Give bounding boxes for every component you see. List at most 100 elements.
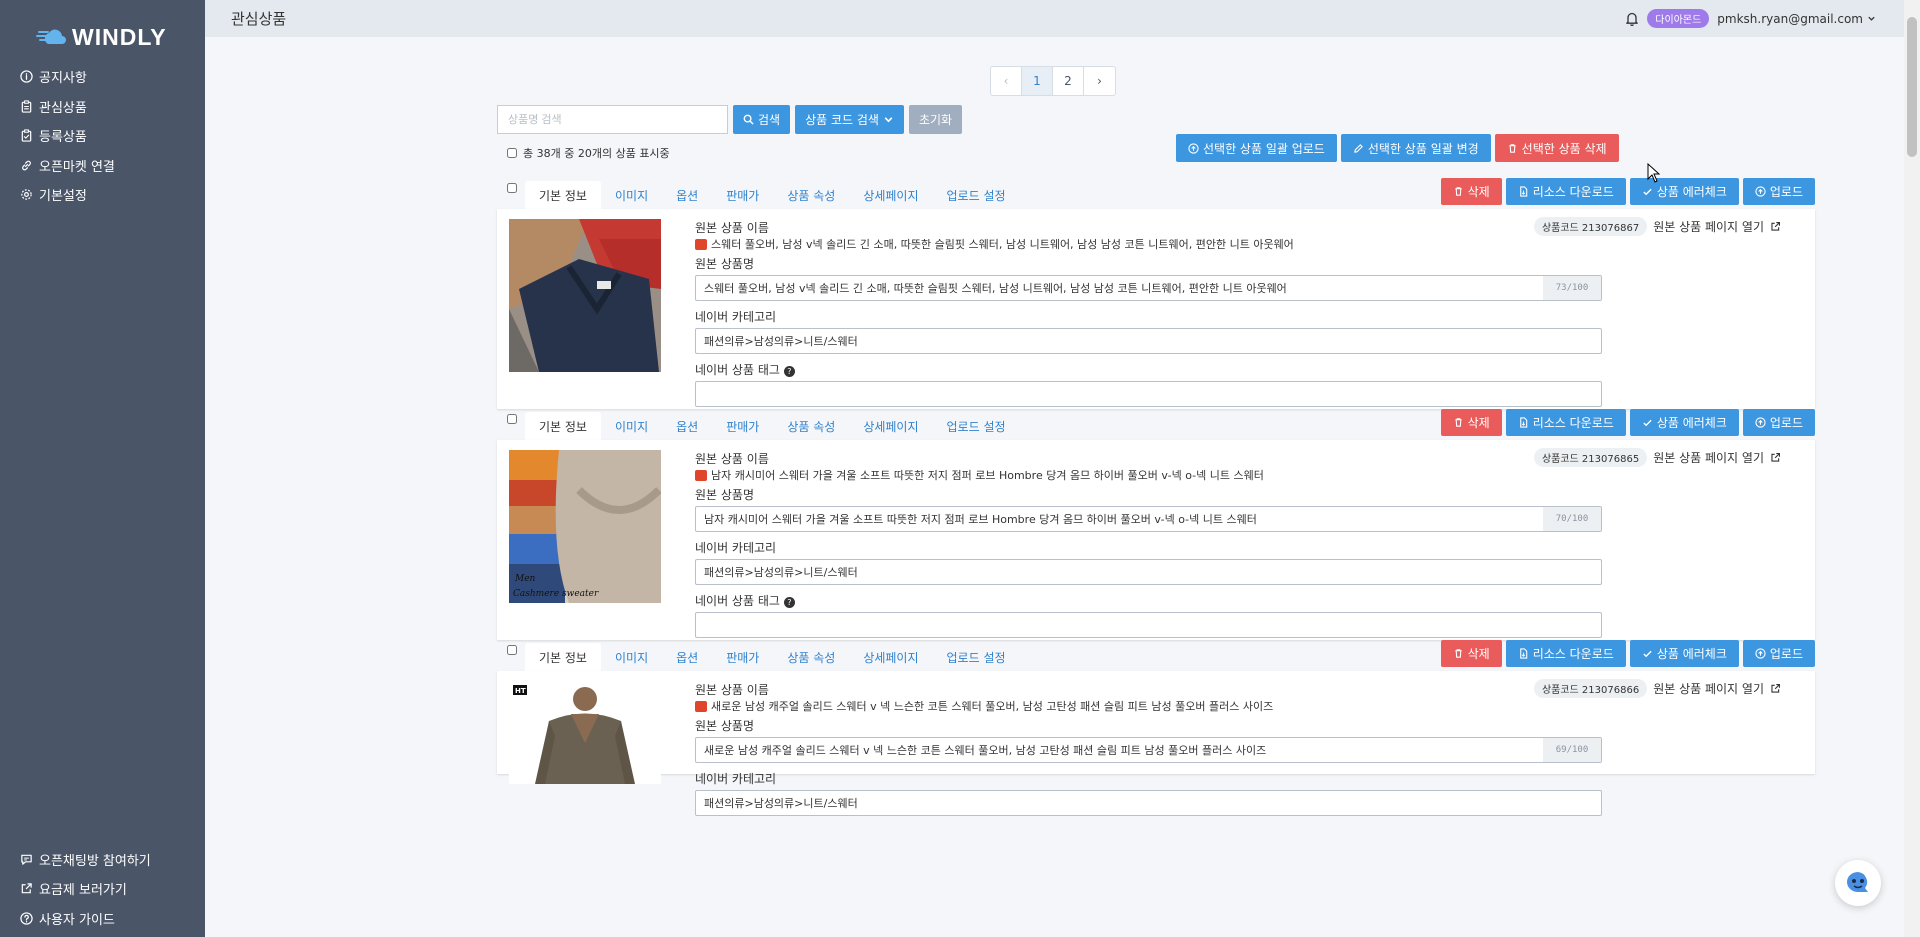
question-icon — [20, 912, 33, 925]
card-body: 원본 상품 이름 상품코드 213076867 원본 상품 페이지 열기 스웨터… — [497, 209, 1815, 409]
sidebar-item-guide[interactable]: 사용자 가이드 — [0, 904, 205, 934]
category-input[interactable]: 패션의류>남성의류>니트/스웨터 — [695, 790, 1602, 816]
tab-options[interactable]: 옵션 — [662, 181, 712, 209]
product-name-label: 원본 상품명 — [695, 257, 755, 271]
tab-upload-settings[interactable]: 업로드 설정 — [933, 412, 1020, 440]
error-check-button[interactable]: 상품 에러체크 — [1629, 409, 1739, 436]
tab-price[interactable]: 판매가 — [712, 412, 773, 440]
card-tabs: 기본 정보 이미지 옵션 판매가 상품 속성 상세페이지 업로드 설정 — [525, 412, 1020, 440]
clipboard-check-icon — [21, 129, 32, 142]
delete-button[interactable]: 삭제 — [1440, 640, 1502, 667]
tab-detail-page[interactable]: 상세페이지 — [849, 181, 932, 209]
scrollbar-thumb[interactable] — [1907, 17, 1917, 157]
select-all-checkbox[interactable] — [507, 148, 517, 158]
product-image[interactable]: Men Cashmere sweater — [509, 450, 661, 603]
upload-button[interactable]: 업로드 — [1742, 178, 1815, 205]
tab-upload-settings[interactable]: 업로드 설정 — [933, 181, 1020, 209]
resource-download-label: 리소스 다운로드 — [1532, 185, 1614, 199]
tab-upload-settings[interactable]: 업로드 설정 — [933, 643, 1020, 671]
product-name-input[interactable]: 스웨터 풀오버, 남성 v넥 솔리드 긴 소매, 따뜻한 슬림핏 스웨터, 남성… — [695, 275, 1602, 301]
help-icon[interactable]: ? — [783, 597, 795, 608]
tab-images[interactable]: 이미지 — [601, 181, 662, 209]
sidebar-item-label: 사용자 가이드 — [39, 912, 115, 928]
external-link-icon[interactable] — [1770, 221, 1781, 232]
delete-button[interactable]: 삭제 — [1440, 409, 1502, 436]
external-link-icon[interactable] — [1770, 452, 1781, 463]
category-input[interactable]: 패션의류>남성의류>니트/스웨터 — [695, 559, 1602, 585]
error-check-button[interactable]: 상품 에러체크 — [1629, 640, 1739, 667]
upload-button[interactable]: 업로드 — [1742, 409, 1815, 436]
product-name-input[interactable]: 새로운 남성 캐주얼 솔리드 스웨터 v 넥 느슨한 코튼 스웨터 풀오버, 남… — [695, 737, 1602, 763]
product-image[interactable]: HT — [509, 681, 661, 784]
image-caption: Men — [514, 574, 536, 584]
search-button[interactable]: 검색 — [733, 105, 791, 134]
sidebar-item-settings[interactable]: 기본설정 — [0, 180, 205, 210]
open-original-link[interactable]: 원본 상품 페이지 열기 — [1653, 680, 1764, 697]
upload-button[interactable]: 업로드 — [1742, 640, 1815, 667]
sidebar-item-notice[interactable]: 공지사항 — [0, 62, 205, 92]
user-menu[interactable]: pmksh.ryan@gmail.com — [1717, 12, 1876, 26]
product-image[interactable] — [509, 219, 661, 372]
tab-basic-info[interactable]: 기본 정보 — [525, 643, 601, 671]
delete-button[interactable]: 삭제 — [1440, 178, 1502, 205]
page-button-1[interactable]: 1 — [1022, 67, 1053, 95]
sidebar-item-wishlist[interactable]: 관심상품 — [0, 92, 205, 122]
tab-detail-page[interactable]: 상세페이지 — [849, 412, 932, 440]
sidebar-item-market-link[interactable]: 오픈마켓 연결 — [0, 151, 205, 181]
category-value: 패션의류>남성의류>니트/스웨터 — [704, 797, 858, 810]
bulk-delete-button[interactable]: 선택한 상품 삭제 — [1494, 134, 1619, 162]
tab-basic-info[interactable]: 기본 정보 — [525, 181, 601, 209]
brand-logo[interactable]: WINDLY — [0, 0, 205, 58]
code-search-dropdown[interactable]: 상품 코드 검색 — [795, 105, 904, 134]
support-chat-button[interactable] — [1835, 860, 1881, 906]
aliexpress-icon — [695, 469, 707, 481]
tab-price[interactable]: 판매가 — [712, 181, 773, 209]
next-page-button[interactable]: › — [1084, 67, 1115, 95]
search-input[interactable] — [497, 105, 728, 134]
tab-options[interactable]: 옵션 — [662, 643, 712, 671]
product-name-value: 새로운 남성 캐주얼 솔리드 스웨터 v 넥 느슨한 코튼 스웨터 풀오버, 남… — [704, 744, 1267, 757]
tab-attributes[interactable]: 상품 속성 — [773, 181, 849, 209]
resource-download-button[interactable]: 리소스 다운로드 — [1505, 640, 1626, 667]
sidebar-item-registered[interactable]: 등록상품 — [0, 121, 205, 151]
cloud-upload-icon — [1755, 417, 1766, 428]
category-input[interactable]: 패션의류>남성의류>니트/스웨터 — [695, 328, 1602, 354]
tab-options[interactable]: 옵션 — [662, 412, 712, 440]
reset-button[interactable]: 초기화 — [908, 105, 963, 134]
tab-basic-info[interactable]: 기본 정보 — [525, 412, 601, 440]
page-button-2[interactable]: 2 — [1053, 67, 1084, 95]
tags-label-text: 네이버 상품 태그 — [695, 363, 780, 377]
product-select-checkbox[interactable] — [507, 645, 517, 655]
tags-input[interactable] — [695, 612, 1602, 638]
open-original-link[interactable]: 원본 상품 페이지 열기 — [1653, 449, 1764, 466]
tab-attributes[interactable]: 상품 속성 — [773, 412, 849, 440]
resource-download-button[interactable]: 리소스 다운로드 — [1505, 409, 1626, 436]
open-original-link[interactable]: 원본 상품 페이지 열기 — [1653, 218, 1764, 235]
product-name-input[interactable]: 남자 캐시미어 스웨터 가을 겨울 소프트 따뜻한 저지 점퍼 로브 Hombr… — [695, 506, 1602, 532]
help-icon[interactable]: ? — [783, 366, 795, 377]
tab-images[interactable]: 이미지 — [601, 412, 662, 440]
product-select-checkbox[interactable] — [507, 183, 517, 193]
tab-price[interactable]: 판매가 — [712, 643, 773, 671]
aliexpress-icon — [695, 238, 707, 250]
tags-input[interactable] — [695, 381, 1602, 407]
prev-page-button[interactable]: ‹ — [991, 67, 1022, 95]
tab-detail-page[interactable]: 상세페이지 — [849, 643, 932, 671]
resource-download-label: 리소스 다운로드 — [1532, 647, 1614, 661]
bulk-edit-label: 선택한 상품 일괄 변경 — [1367, 141, 1479, 156]
product-select-checkbox[interactable] — [507, 414, 517, 424]
sidebar-nav: 공지사항 관심상품 등록상품 오픈마켓 연결 기본설정 — [0, 62, 205, 210]
page-scrollbar[interactable] — [1904, 0, 1920, 937]
bell-icon[interactable] — [1625, 11, 1639, 26]
bulk-upload-button[interactable]: 선택한 상품 일괄 업로드 — [1176, 134, 1337, 162]
bulk-edit-button[interactable]: 선택한 상품 일괄 변경 — [1340, 134, 1491, 162]
gear-icon — [21, 189, 32, 200]
resource-download-button[interactable]: 리소스 다운로드 — [1505, 178, 1626, 205]
external-link-icon[interactable] — [1770, 683, 1781, 694]
sidebar-item-openchat[interactable]: 오픈채팅방 참여하기 — [0, 845, 205, 875]
tab-images[interactable]: 이미지 — [601, 643, 662, 671]
sidebar-item-pricing[interactable]: 요금제 보러가기 — [0, 874, 205, 904]
tab-attributes[interactable]: 상품 속성 — [773, 643, 849, 671]
product-code-badge: 상품코드 213076867 — [1533, 217, 1648, 236]
cloud-upload-icon — [1755, 648, 1766, 659]
